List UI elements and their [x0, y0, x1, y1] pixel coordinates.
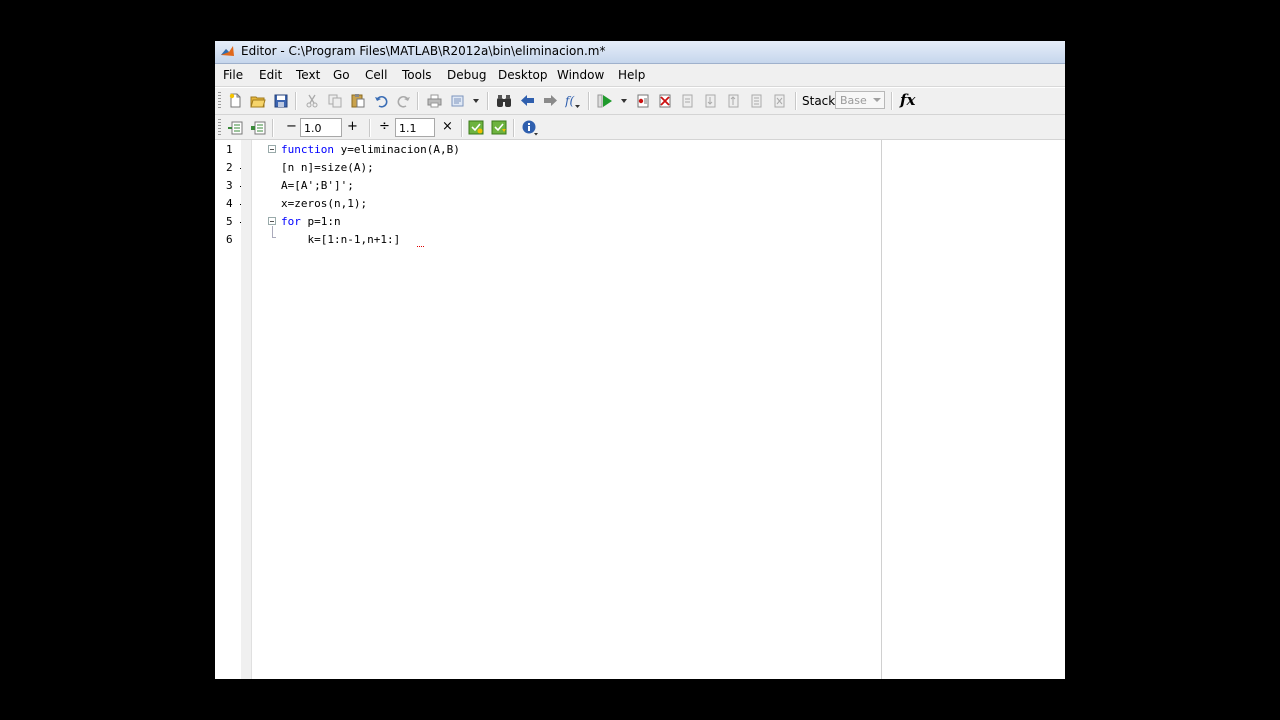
fold-toggle-icon[interactable]	[268, 145, 276, 153]
publish-dropdown-icon[interactable]	[471, 92, 481, 109]
code-line[interactable]: k=[1:n-1,n+1:]	[281, 233, 400, 246]
paste-icon[interactable]	[349, 92, 367, 109]
menu-debug[interactable]: Debug	[447, 68, 486, 82]
syntax-error-underline	[417, 246, 424, 247]
forward-arrow-icon[interactable]	[541, 92, 559, 109]
toolbar-separator	[795, 92, 797, 110]
code-line[interactable]: function y=eliminacion(A,B)	[281, 143, 460, 156]
run-icon[interactable]	[596, 92, 614, 109]
function-fx-button[interactable]: fx	[900, 91, 915, 109]
menu-bar: File Edit Text Go Cell Tools Debug Deskt…	[215, 64, 1065, 87]
line-number: 3	[226, 179, 233, 192]
title-bar: Editor - C:\Program Files\MATLAB\R2012a\…	[215, 41, 1065, 64]
step-in-icon[interactable]	[702, 92, 720, 109]
toolbar-separator	[487, 92, 489, 110]
clear-breakpoints-icon[interactable]	[656, 92, 674, 109]
code-text: p=1:n	[300, 215, 341, 228]
menu-tools[interactable]: Tools	[402, 68, 432, 82]
code-keyword: for	[281, 215, 301, 228]
increment-button[interactable]: +	[347, 119, 358, 134]
menu-edit[interactable]: Edit	[259, 68, 282, 82]
new-file-icon[interactable]	[226, 92, 244, 109]
code-keyword: function	[281, 143, 334, 156]
continue-icon[interactable]	[748, 92, 766, 109]
line-number: 2	[226, 161, 233, 174]
toolbar-separator	[891, 92, 893, 110]
code-folding-bar	[241, 140, 252, 679]
code-line[interactable]: x=zeros(n,1);	[281, 197, 367, 210]
window-title: Editor - C:\Program Files\MATLAB\R2012a\…	[241, 44, 606, 58]
toolbar-separator	[417, 92, 419, 110]
print-icon[interactable]	[425, 92, 443, 109]
toolbar-separator	[588, 92, 590, 110]
code-line[interactable]: A=[A';B']';	[281, 179, 354, 192]
function-browser-icon[interactable]: f(	[564, 92, 582, 109]
right-margin-line	[881, 140, 882, 679]
matlab-logo-icon	[221, 46, 234, 56]
run-dropdown-icon[interactable]	[619, 92, 629, 109]
info-icon[interactable]	[521, 119, 539, 136]
set-breakpoint-icon[interactable]	[634, 92, 652, 109]
remove-cell-divider-icon[interactable]	[249, 119, 267, 136]
fold-toggle-icon[interactable]	[268, 217, 276, 225]
chevron-down-icon	[873, 98, 881, 102]
redo-icon[interactable]	[395, 92, 413, 109]
toolbar-grip[interactable]	[218, 92, 221, 109]
code-text: A=[A';B']';	[281, 179, 354, 192]
editor-window: Editor - C:\Program Files\MATLAB\R2012a\…	[215, 41, 1065, 679]
evaluate-and-advance-icon[interactable]	[490, 119, 508, 136]
save-icon[interactable]	[272, 92, 290, 109]
code-text: [n n]=size(A);	[281, 161, 374, 174]
menu-help[interactable]: Help	[618, 68, 645, 82]
exit-debug-icon[interactable]	[771, 92, 789, 109]
decrement-button[interactable]: −	[286, 119, 297, 134]
svg-text:f(: f(	[565, 94, 574, 108]
scale-value-field[interactable]: 1.1	[395, 118, 435, 137]
find-icon[interactable]	[495, 92, 513, 109]
toolbar-separator	[513, 119, 515, 137]
multiply-button[interactable]: ×	[442, 119, 453, 134]
stack-label: Stack:	[802, 94, 840, 108]
back-arrow-icon[interactable]	[518, 92, 536, 109]
menu-text[interactable]: Text	[296, 68, 320, 82]
increment-value-field[interactable]: 1.0	[300, 118, 342, 137]
line-number-gutter: 1 2 3 4 5 6	[215, 140, 247, 679]
code-text: x=zeros(n,1);	[281, 197, 368, 210]
code-text: k=[1:n-1,n+1:]	[281, 233, 401, 246]
main-toolbar: f( Stack: Base fx	[215, 88, 1065, 115]
line-number: 1	[226, 143, 233, 156]
insert-cell-divider-icon[interactable]	[226, 119, 244, 136]
step-icon[interactable]	[679, 92, 697, 109]
line-number: 6	[226, 233, 233, 246]
step-out-icon[interactable]	[725, 92, 743, 109]
copy-icon[interactable]	[326, 92, 344, 109]
cut-icon[interactable]	[303, 92, 321, 109]
stack-dropdown[interactable]: Base	[835, 91, 885, 109]
line-number: 4	[226, 197, 233, 210]
code-line[interactable]: for p=1:n	[281, 215, 341, 228]
toolbar-separator	[295, 92, 297, 110]
toolbar-grip[interactable]	[218, 119, 221, 136]
menu-window[interactable]: Window	[557, 68, 604, 82]
menu-desktop[interactable]: Desktop	[498, 68, 548, 82]
menu-cell[interactable]: Cell	[365, 68, 387, 82]
undo-icon[interactable]	[372, 92, 390, 109]
toolbar-separator	[461, 119, 463, 137]
line-number: 5	[226, 215, 233, 228]
menu-file[interactable]: File	[223, 68, 243, 82]
toolbar-separator	[369, 119, 371, 137]
fold-guide	[272, 237, 276, 238]
cell-toolbar: − 1.0 + ÷ 1.1 ×	[215, 115, 1065, 140]
code-line[interactable]: [n n]=size(A);	[281, 161, 374, 174]
toolbar-separator	[272, 119, 274, 137]
publish-icon[interactable]	[450, 92, 468, 109]
code-editor[interactable]: 1 2 3 4 5 6 function y=eliminacion(A,B) …	[215, 140, 1065, 679]
evaluate-cell-icon[interactable]	[467, 119, 485, 136]
code-text: y=eliminacion(A,B)	[333, 143, 460, 156]
menu-go[interactable]: Go	[333, 68, 350, 82]
stack-value: Base	[840, 94, 867, 107]
divide-button[interactable]: ÷	[379, 119, 390, 134]
open-folder-icon[interactable]	[249, 92, 267, 109]
